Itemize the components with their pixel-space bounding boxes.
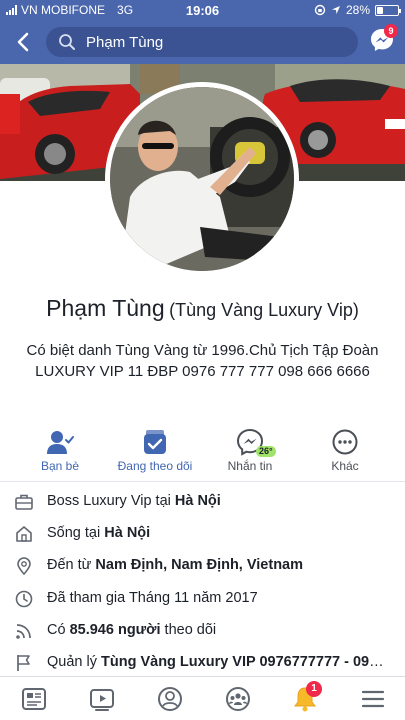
info-followers-suffix: theo dõi xyxy=(160,622,217,638)
info-followers-count[interactable]: 85.946 người xyxy=(70,622,161,638)
notifications-badge: 1 xyxy=(306,681,322,697)
info-from-location[interactable]: Nam Định, Nam Định, Vietnam xyxy=(95,557,303,573)
battery-percent: 28% xyxy=(345,3,370,17)
flag-icon xyxy=(17,655,30,671)
profile-name-main: Phạm Tùng xyxy=(46,295,165,321)
info-work-prefix: Boss Luxury Vip tại xyxy=(47,493,175,509)
menu-icon[interactable] xyxy=(359,685,387,713)
info-from: Đến từ Nam Định, Nam Định, Vietnam xyxy=(0,551,405,581)
info-work: Boss Luxury Vip tại Hà Nội xyxy=(0,487,405,517)
search-icon xyxy=(59,34,75,50)
status-bar: VN MOBIFONE 3G 19:06 28% xyxy=(0,0,405,20)
message-button-label: Nhắn tin xyxy=(227,459,273,473)
weather-badge: 26° xyxy=(256,446,276,457)
location-icon xyxy=(331,6,340,14)
home-icon xyxy=(16,526,32,542)
info-lives: Sống tại Hà Nội xyxy=(0,519,405,549)
groups-icon[interactable] xyxy=(224,685,252,713)
friends-button-label: Bạn bè xyxy=(40,459,80,473)
following-button[interactable]: Đang theo dõi xyxy=(105,428,205,473)
profile-action-row: Bạn bè Đang theo dõi Nhắn tin Khác xyxy=(0,428,405,478)
info-lives-location[interactable]: Hà Nội xyxy=(104,525,150,541)
profile-tab-icon[interactable] xyxy=(156,685,184,713)
friends-icon xyxy=(47,431,74,454)
battery-icon xyxy=(375,4,401,16)
info-manages: Quản lý Tùng Vàng Luxury VIP 0976777777 … xyxy=(0,648,405,678)
profile-name: Phạm Tùng (Tùng Vàng Luxury Vip) xyxy=(0,295,405,322)
info-work-location[interactable]: Hà Nội xyxy=(175,493,221,509)
info-lives-prefix: Sống tại xyxy=(47,525,105,541)
avatar-image xyxy=(110,87,294,271)
profile-avatar[interactable] xyxy=(110,87,294,271)
following-icon xyxy=(144,430,166,454)
news-feed-icon[interactable] xyxy=(20,685,48,713)
more-button-label: Khác xyxy=(331,459,359,473)
message-button[interactable]: Nhắn tin xyxy=(200,428,300,473)
section-divider xyxy=(0,481,405,482)
bottom-tab-bar xyxy=(0,676,405,720)
top-navigation-bar: VN MOBIFONE 3G 19:06 28% Phạm Tùng 9 xyxy=(0,0,405,64)
info-manages-prefix: Quản lý xyxy=(47,654,101,670)
watch-video-icon[interactable] xyxy=(88,685,116,713)
info-followers-prefix: Có xyxy=(47,622,70,638)
back-button[interactable] xyxy=(10,28,38,56)
search-query: Phạm Tùng xyxy=(86,34,164,51)
following-button-label: Đang theo dõi xyxy=(117,459,193,473)
info-from-prefix: Đến từ xyxy=(47,557,96,573)
more-icon xyxy=(332,429,358,455)
friends-button[interactable]: Bạn bè xyxy=(10,428,110,473)
info-joined-text: Đã tham gia Tháng 11 năm 2017 xyxy=(47,590,258,606)
location-pin-icon xyxy=(17,557,31,576)
info-joined: Đã tham gia Tháng 11 năm 2017 xyxy=(0,584,405,614)
briefcase-icon xyxy=(15,494,33,510)
messenger-badge: 9 xyxy=(384,24,398,38)
info-manages-page[interactable]: Tùng Vàng Luxury VIP 0976777777 - 098... xyxy=(101,654,387,670)
profile-alternate-name: (Tùng Vàng Luxury Vip) xyxy=(169,300,359,320)
rotation-lock-icon xyxy=(314,4,326,16)
profile-bio: Có biệt danh Tùng Vàng từ 1996.Chủ Tịch … xyxy=(26,342,379,380)
clock-icon xyxy=(15,590,33,608)
search-input[interactable]: Phạm Tùng xyxy=(46,27,358,57)
rss-followers-icon xyxy=(16,624,31,639)
more-button[interactable]: Khác xyxy=(295,428,395,473)
info-followers: Có 85.946 người theo dõi xyxy=(0,616,405,646)
